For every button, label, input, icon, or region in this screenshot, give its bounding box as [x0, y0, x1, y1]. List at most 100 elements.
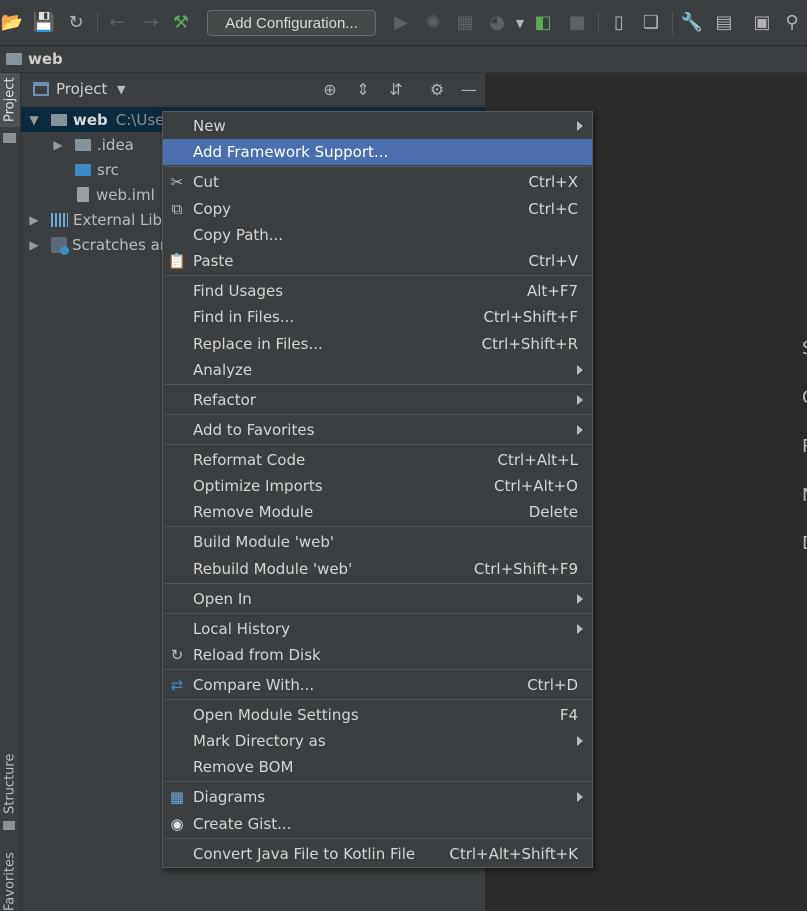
- menu-item-local-history[interactable]: Local History: [163, 616, 592, 642]
- menu-item-add-framework-support[interactable]: Add Framework Support...: [163, 139, 592, 165]
- sdk-box-icon[interactable]: ❏: [640, 12, 662, 34]
- panel-header: Project ▼ ⊕ ⇕ ⇵ ⚙ —: [21, 73, 485, 106]
- menu-item-compare-with[interactable]: ⇄ Compare With... Ctrl+D: [163, 672, 592, 698]
- tree-row-idea[interactable]: ▶ .idea: [49, 132, 134, 157]
- collapse-all-icon[interactable]: ⇵: [386, 80, 406, 99]
- menu-item-label: Remove BOM: [193, 758, 294, 776]
- submenu-arrow-icon: [577, 624, 583, 634]
- back-arrow-icon[interactable]: ←: [106, 12, 128, 34]
- tree-row-external-libraries[interactable]: ▶ External Libr: [27, 207, 168, 232]
- menu-item-copy[interactable]: ⧉ Copy Ctrl+C: [163, 196, 592, 222]
- tree-row-scratches[interactable]: ▶ Scratches ar: [27, 232, 166, 257]
- save-icon[interactable]: 💾: [33, 12, 55, 34]
- submenu-arrow-icon: [577, 121, 583, 131]
- run-icon[interactable]: ▶: [390, 12, 412, 34]
- menu-item-add-to-favorites[interactable]: Add to Favorites: [163, 417, 592, 443]
- menu-shortcut: Ctrl+C: [528, 200, 578, 218]
- build-hammer-icon[interactable]: ⚒: [170, 12, 192, 34]
- panel-title[interactable]: Project: [56, 80, 107, 98]
- menu-item-new[interactable]: New: [163, 113, 592, 139]
- menu-item-refactor[interactable]: Refactor: [163, 387, 592, 413]
- breadcrumb-item-web[interactable]: web: [28, 50, 63, 68]
- attach-debugger-icon[interactable]: ◧: [532, 12, 554, 34]
- menu-item-analyze[interactable]: Analyze: [163, 357, 592, 383]
- menu-item-cut[interactable]: ✂ Cut Ctrl+X: [163, 169, 592, 195]
- terminal-icon[interactable]: ▣: [751, 12, 773, 34]
- gear-icon[interactable]: ⚙: [427, 80, 447, 99]
- menu-item-find-in-files[interactable]: Find in Files... Ctrl+Shift+F: [163, 304, 592, 330]
- stop-icon[interactable]: ■: [566, 12, 588, 34]
- menu-item-optimize-imports[interactable]: Optimize Imports Ctrl+Alt+O: [163, 473, 592, 499]
- menu-shortcut: Ctrl+Shift+F9: [473, 560, 578, 578]
- menu-item-create-gist[interactable]: ◉ Create Gist...: [163, 811, 592, 837]
- menu-separator: [164, 275, 591, 276]
- menu-separator: [164, 669, 591, 670]
- profile-icon[interactable]: ◕: [486, 12, 508, 34]
- menu-item-label: Create Gist...: [193, 815, 292, 833]
- device-icon[interactable]: ▯: [608, 12, 630, 34]
- editor-hint-text: D: [802, 533, 807, 554]
- wrench-icon[interactable]: 🔧: [681, 12, 703, 34]
- chevron-down-icon[interactable]: ▼: [117, 83, 125, 96]
- open-folder-icon[interactable]: 📂: [1, 12, 23, 34]
- menu-item-label: Add to Favorites: [193, 421, 315, 439]
- expand-all-icon[interactable]: ⇕: [353, 80, 373, 99]
- coverage-icon[interactable]: ▦: [454, 12, 476, 34]
- diagrams-icon: ▦: [169, 788, 185, 806]
- menu-item-reformat-code[interactable]: Reformat Code Ctrl+Alt+L: [163, 447, 592, 473]
- module-folder-icon: [6, 53, 22, 65]
- submenu-arrow-icon: [577, 395, 583, 405]
- menu-item-remove-bom[interactable]: Remove BOM: [163, 754, 592, 780]
- chevron-right-icon[interactable]: ▶: [27, 238, 41, 252]
- chevron-right-icon[interactable]: ▶: [27, 213, 41, 227]
- add-configuration-button[interactable]: Add Configuration...: [207, 10, 376, 36]
- menu-item-open-module-settings[interactable]: Open Module Settings F4: [163, 702, 592, 728]
- menu-item-copy-path[interactable]: Copy Path...: [163, 222, 592, 248]
- project-structure-icon[interactable]: ▤: [713, 12, 735, 34]
- tree-label: web: [73, 110, 108, 129]
- locate-icon[interactable]: ⊕: [320, 80, 340, 99]
- menu-item-label: Find Usages: [193, 282, 284, 300]
- forward-arrow-icon[interactable]: →: [140, 12, 162, 34]
- menu-item-label: Build Module 'web': [193, 533, 334, 551]
- tab-favorites[interactable]: Favorites: [0, 853, 20, 911]
- sync-icon[interactable]: ↻: [65, 12, 87, 34]
- menu-item-build-module[interactable]: Build Module 'web': [163, 529, 592, 555]
- tree-row-src[interactable]: src: [75, 157, 119, 182]
- menu-item-label: Local History: [193, 620, 291, 638]
- chevron-down-icon[interactable]: ▼: [27, 113, 41, 127]
- menu-item-paste[interactable]: 📋 Paste Ctrl+V: [163, 248, 592, 274]
- menu-item-diagrams[interactable]: ▦ Diagrams: [163, 784, 592, 810]
- scratches-icon: [51, 236, 69, 255]
- menu-item-label: Diagrams: [193, 788, 266, 806]
- menu-separator: [164, 699, 591, 700]
- menu-item-convert-java-to-kotlin[interactable]: Convert Java File to Kotlin File Ctrl+Alt…: [163, 841, 592, 867]
- breadcrumb: web: [0, 46, 807, 73]
- menu-item-find-usages[interactable]: Find Usages Alt+F7: [163, 278, 592, 304]
- menu-item-mark-directory-as[interactable]: Mark Directory as: [163, 728, 592, 754]
- chevron-right-icon[interactable]: ▶: [51, 138, 65, 152]
- menu-item-label: Open In: [193, 590, 252, 608]
- debug-icon[interactable]: ✺: [422, 12, 444, 34]
- menu-item-label: Rebuild Module 'web': [193, 560, 353, 578]
- tab-project[interactable]: Project: [0, 73, 20, 127]
- tree-row-web-iml[interactable]: web.iml: [77, 182, 155, 207]
- menu-item-replace-in-files[interactable]: Replace in Files... Ctrl+Shift+R: [163, 331, 592, 357]
- menu-shortcut: Alt+F7: [526, 282, 578, 300]
- menu-item-open-in[interactable]: Open In: [163, 586, 592, 612]
- menu-separator: [164, 414, 591, 415]
- submenu-arrow-icon: [577, 594, 583, 604]
- menu-shortcut: Ctrl+Shift+F: [483, 308, 578, 326]
- menu-item-rebuild-module[interactable]: Rebuild Module 'web' Ctrl+Shift+F9: [163, 556, 592, 582]
- tab-structure[interactable]: Structure: [0, 749, 20, 819]
- editor-hint-text: N: [802, 485, 807, 506]
- paste-icon: 📋: [167, 252, 187, 270]
- menu-item-reload-from-disk[interactable]: ↻ Reload from Disk: [163, 642, 592, 668]
- menu-item-remove-module[interactable]: Remove Module Delete: [163, 499, 592, 525]
- search-icon[interactable]: ⚲: [781, 12, 803, 34]
- minimize-icon[interactable]: —: [459, 80, 479, 99]
- dropdown-icon[interactable]: ▼: [509, 12, 531, 34]
- menu-separator: [164, 781, 591, 782]
- folder-icon: [75, 138, 91, 151]
- left-tool-strip: Project Structure Favorites: [0, 73, 21, 911]
